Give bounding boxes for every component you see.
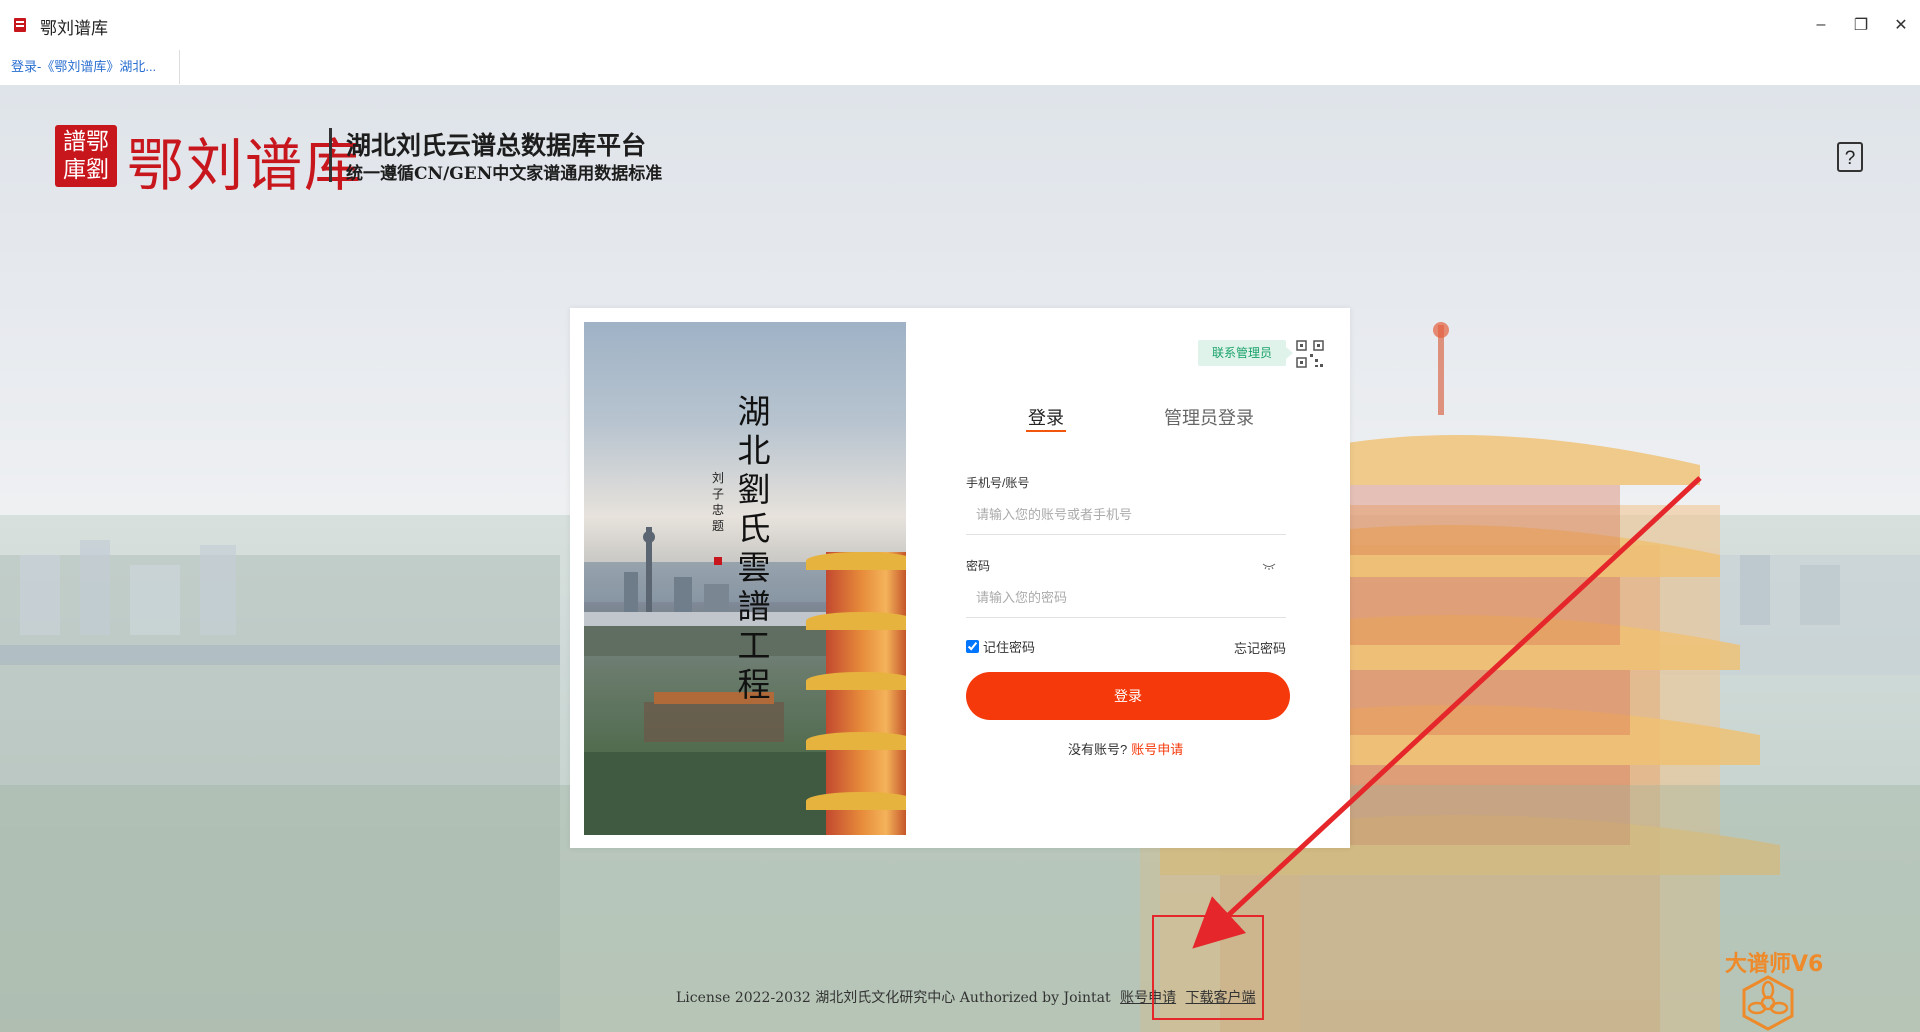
platform-subtitle: 统一遵循CN/GEN中文家谱通用数据标准 (346, 164, 663, 184)
platform-title: 湖北刘氏云谱总数据库平台 (346, 131, 647, 160)
poster-inscription: 刘子忠题 (712, 471, 725, 533)
active-tab-indicator (1026, 430, 1066, 432)
contact-admin-tag[interactable]: 联系管理员 (1198, 340, 1294, 366)
poster-tower (806, 552, 906, 835)
license-text: License 2022-2032 湖北刘氏文化研究中心 Authorized … (676, 990, 1111, 1006)
help-button[interactable]: ? (1837, 142, 1863, 172)
tab-login[interactable]: 登录-《鄂刘谱库》湖北... (0, 50, 180, 84)
minimize-button[interactable]: – (1806, 10, 1836, 40)
close-button[interactable]: ✕ (1886, 10, 1916, 40)
poster-image: 湖北劉氏雲譜工程 刘子忠题 (584, 322, 906, 835)
login-card: 湖北劉氏雲譜工程 刘子忠题 联系管理员 登录 管理员登录 手机号/账号 密码 记… (570, 308, 1350, 848)
tab-bar: 登录-《鄂刘谱库》湖北... (0, 50, 1920, 86)
no-account-text: 没有账号? (1068, 742, 1128, 757)
poster-seal-stamp (714, 557, 722, 565)
remember-label: 记住密码 (983, 640, 1036, 655)
dapushi-logo-icon (1740, 975, 1796, 1031)
account-input[interactable] (966, 495, 1286, 535)
restore-button[interactable]: ❐ (1846, 10, 1876, 40)
window-titlebar: 鄂刘谱库 – ❐ ✕ (0, 0, 1920, 50)
annotation-highlight-box (1152, 915, 1264, 1020)
account-label: 手机号/账号 (966, 476, 1030, 490)
password-label: 密码 (966, 559, 991, 573)
seal-text: 譜鄂庫劉 (63, 129, 109, 183)
app-icon (14, 18, 26, 32)
password-input[interactable] (966, 578, 1286, 618)
dapushi-logo-text: 大谱师V6 (1725, 952, 1824, 977)
brand-name: 鄂刘谱库 (127, 133, 363, 199)
brand-seal-logo: 譜鄂庫劉 (55, 125, 117, 187)
remember-password[interactable]: 记住密码 (966, 637, 1035, 656)
window-title: 鄂刘谱库 (40, 19, 108, 38)
eye-closed-icon[interactable] (1262, 562, 1276, 570)
qr-code-icon[interactable] (1295, 339, 1325, 369)
tab-admin-login[interactable]: 管理员登录 (1164, 404, 1254, 430)
logo-divider (329, 128, 332, 182)
no-account-row: 没有账号? 账号申请 (1068, 739, 1183, 758)
tab-user-login[interactable]: 登录 (1028, 404, 1064, 430)
remember-checkbox[interactable] (966, 640, 979, 653)
login-button[interactable]: 登录 (966, 672, 1290, 720)
forgot-password-link[interactable]: 忘记密码 (1234, 638, 1286, 657)
poster-calligraphy: 湖北劉氏雲譜工程 (737, 392, 771, 704)
account-apply-link[interactable]: 账号申请 (1131, 742, 1183, 757)
